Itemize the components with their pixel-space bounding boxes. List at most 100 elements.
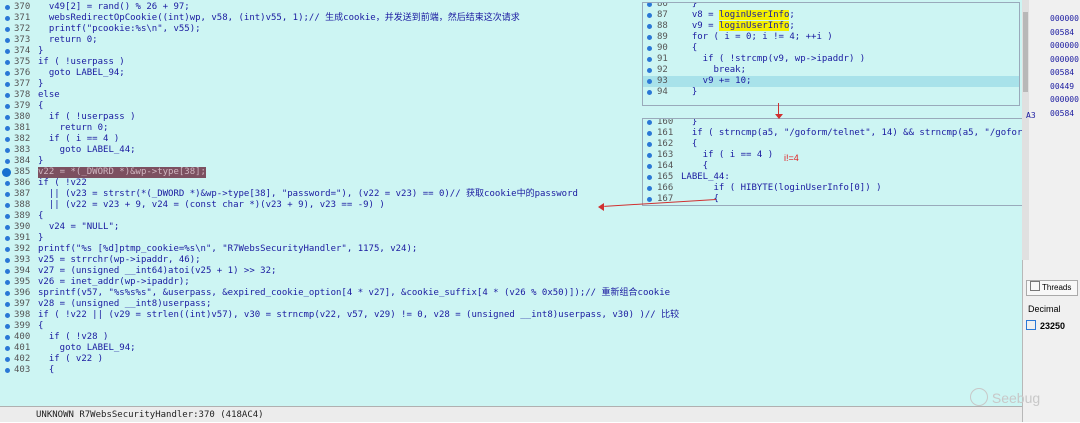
line-number: 370 xyxy=(14,2,31,12)
line-marker-icon[interactable] xyxy=(647,24,652,29)
popup_top-line[interactable]: 92 break; xyxy=(643,65,1019,76)
address-value[interactable]: 00584 xyxy=(1050,28,1074,37)
popup_top-line[interactable]: 86 } xyxy=(643,3,1019,10)
line-marker-icon[interactable] xyxy=(5,192,10,197)
address-value[interactable]: 000000 xyxy=(1050,95,1079,104)
popup_top-line[interactable]: 90 { xyxy=(643,43,1019,54)
line-marker-icon[interactable] xyxy=(647,46,652,51)
line-marker-icon[interactable] xyxy=(5,60,10,65)
popup_bottom-line[interactable]: 160 } xyxy=(643,118,1023,128)
address-value[interactable]: 00449 xyxy=(1050,82,1074,91)
popup_bottom-line[interactable]: 164 { xyxy=(643,161,1023,172)
line-marker-icon[interactable] xyxy=(647,142,652,147)
main_lines-line[interactable]: 399 { xyxy=(0,321,1022,332)
popup_bottom-line[interactable]: 166 if ( HIBYTE(loginUserInfo[0]) ) xyxy=(643,183,1023,194)
main_lines-line[interactable]: 395 v26 = inet_addr(wp->ipaddr); xyxy=(0,277,1022,288)
line-marker-icon[interactable] xyxy=(647,68,652,73)
line-marker-icon[interactable] xyxy=(5,27,10,32)
main_lines-line[interactable]: 393 v25 = strrchr(wp->ipaddr, 46); xyxy=(0,255,1022,266)
line-marker-icon[interactable] xyxy=(5,38,10,43)
popup_bottom-line[interactable]: 162 { xyxy=(643,139,1023,150)
address-value[interactable]: 00584 xyxy=(1050,68,1074,77)
popup_bottom-line[interactable]: 165 LABEL_44: xyxy=(643,172,1023,183)
popup_top-line[interactable]: 89 for ( i = 0; i != 4; ++i ) xyxy=(643,32,1019,43)
popup_bottom-line[interactable]: 163 if ( i == 4 ) xyxy=(643,150,1023,161)
line-marker-icon[interactable] xyxy=(5,159,10,164)
main_lines-line[interactable]: 391} xyxy=(0,233,1022,244)
line-marker-icon[interactable] xyxy=(647,153,652,158)
main_lines-line[interactable]: 398 if ( !v22 || (v29 = strlen((int)v57),… xyxy=(0,310,1022,321)
popup-snippet-loop: 86 } 87 v8 = loginUserInfo; 88 v9 = loginU… xyxy=(642,2,1020,106)
line-marker-icon[interactable] xyxy=(5,214,10,219)
line-marker-icon[interactable] xyxy=(647,175,652,180)
code-text: if ( v22 ) xyxy=(38,354,104,364)
line-marker-icon[interactable] xyxy=(647,131,652,136)
line-marker-icon[interactable] xyxy=(5,148,10,153)
line-marker-icon[interactable] xyxy=(5,104,10,109)
main_lines-line[interactable]: 394 v27 = (unsigned __int64)atoi(v25 + 1)… xyxy=(0,266,1022,277)
line-number: 160 xyxy=(657,118,674,127)
line-marker-icon[interactable] xyxy=(5,291,10,296)
address-value[interactable]: 000000 xyxy=(1050,41,1079,50)
line-marker-icon[interactable] xyxy=(5,225,10,230)
line-marker-icon[interactable] xyxy=(5,280,10,285)
main_lines-line[interactable]: 401 goto LABEL_94; xyxy=(0,343,1022,354)
line-marker-icon[interactable] xyxy=(5,335,10,340)
line-number: 395 xyxy=(14,277,31,287)
line-marker-icon[interactable] xyxy=(5,324,10,329)
main_lines-line[interactable]: 403 { xyxy=(0,365,1022,376)
main_lines-line[interactable]: 389 { xyxy=(0,211,1022,222)
line-marker-icon[interactable] xyxy=(5,368,10,373)
line-marker-icon[interactable] xyxy=(647,197,652,202)
popup_top-line[interactable]: 87 v8 = loginUserInfo; xyxy=(643,10,1019,21)
line-marker-icon[interactable] xyxy=(5,49,10,54)
line-marker-icon[interactable] xyxy=(5,346,10,351)
popup_top-line[interactable]: 94 } xyxy=(643,87,1019,98)
line-marker-icon[interactable] xyxy=(5,82,10,87)
main_lines-line[interactable]: 390 v24 = "NULL"; xyxy=(0,222,1022,233)
line-marker-icon[interactable] xyxy=(5,357,10,362)
line-marker-icon[interactable] xyxy=(647,13,652,18)
line-marker-icon[interactable] xyxy=(647,57,652,62)
line-marker-icon[interactable] xyxy=(5,181,10,186)
decimal-value-row[interactable]: 23250 xyxy=(1026,320,1065,331)
line-marker-icon[interactable] xyxy=(647,3,652,7)
line-marker-icon[interactable] xyxy=(5,5,10,10)
line-marker-icon[interactable] xyxy=(647,164,652,169)
line-number: 375 xyxy=(14,57,31,67)
line-marker-icon[interactable] xyxy=(5,247,10,252)
line-marker-icon[interactable] xyxy=(5,313,10,318)
line-marker-icon[interactable] xyxy=(5,71,10,76)
threads-tab[interactable]: Threads xyxy=(1026,280,1078,296)
main_lines-line[interactable]: 396 sprintf(v57, "%s%s%s", &userpass, &ex… xyxy=(0,288,1022,299)
address-value[interactable]: 000000 xyxy=(1050,55,1079,64)
main_lines-line[interactable]: 402 if ( v22 ) xyxy=(0,354,1022,365)
main_lines-line[interactable]: 397 v28 = (unsigned __int8)userpass; xyxy=(0,299,1022,310)
popup_top-line[interactable]: 88 v9 = loginUserInfo; xyxy=(643,21,1019,32)
line-marker-icon[interactable] xyxy=(5,258,10,263)
line-marker-icon[interactable] xyxy=(5,93,10,98)
line-marker-icon[interactable] xyxy=(5,269,10,274)
line-marker-icon[interactable] xyxy=(647,186,652,191)
line-marker-icon[interactable] xyxy=(647,79,652,84)
scrollbar-thumb[interactable] xyxy=(1023,12,1028,92)
line-marker-icon[interactable] xyxy=(647,35,652,40)
line-marker-icon[interactable] xyxy=(5,137,10,142)
main_lines-line[interactable]: 400 if ( !v28 ) xyxy=(0,332,1022,343)
popup_top-line[interactable]: 91 if ( !strcmp(v9, wp->ipaddr) ) xyxy=(643,54,1019,65)
line-marker-icon[interactable] xyxy=(647,90,652,95)
address-value[interactable]: 00584 xyxy=(1050,109,1074,118)
breakpoint-icon[interactable] xyxy=(2,168,11,177)
line-marker-icon[interactable] xyxy=(5,115,10,120)
line-marker-icon[interactable] xyxy=(5,203,10,208)
line-marker-icon[interactable] xyxy=(5,236,10,241)
popup_top-line[interactable]: 93 v9 += 10; xyxy=(643,76,1019,87)
line-marker-icon[interactable] xyxy=(5,126,10,131)
line-marker-icon[interactable] xyxy=(5,16,10,21)
line-marker-icon[interactable] xyxy=(5,302,10,307)
address-value[interactable]: 000000 xyxy=(1050,14,1079,23)
line-number: 403 xyxy=(14,365,31,375)
popup_bottom-line[interactable]: 161 if ( strncmp(a5, "/goform/telnet", 1… xyxy=(643,128,1023,139)
line-marker-icon[interactable] xyxy=(647,120,652,125)
main_lines-line[interactable]: 392 printf("%s [%d]ptmp_cookie=%s\n", "R7… xyxy=(0,244,1022,255)
